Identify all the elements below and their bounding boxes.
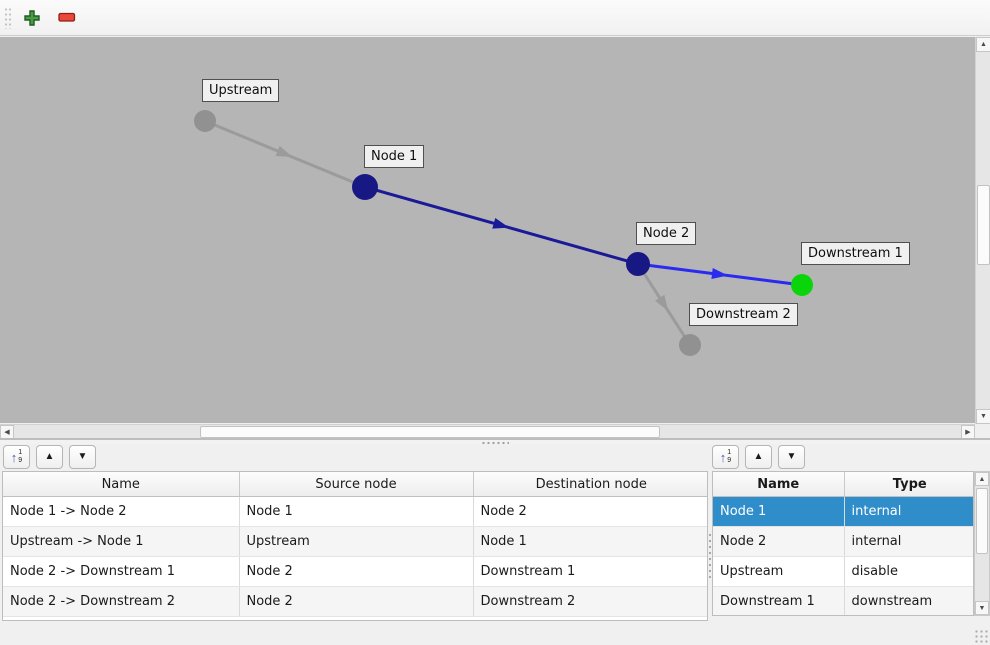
node-label-node2[interactable]: Node 2 <box>636 222 696 245</box>
node-downstream2[interactable] <box>679 334 701 356</box>
table-row[interactable]: Node 2internal <box>713 527 974 557</box>
table-row[interactable]: Node 2 -> Downstream 1Node 2Downstream 1 <box>3 557 708 587</box>
edges-table: Name Source node Destination node Node 1… <box>2 471 708 621</box>
move-down-button[interactable]: ▼ <box>778 445 805 469</box>
nodes-table-scrollbar[interactable]: ▲ ▼ <box>974 471 990 616</box>
table-cell[interactable]: Upstream -> Node 1 <box>3 527 239 557</box>
down-arrow-icon: ▼ <box>78 452 88 462</box>
graph-canvas[interactable]: Upstream Node 1 Node 2 Downstream 1 Downstre… <box>0 37 975 423</box>
table-cell[interactable]: disable <box>844 557 974 587</box>
add-button[interactable] <box>21 7 43 29</box>
table-cell[interactable]: internal <box>844 527 974 557</box>
edge-arrow-icon <box>276 146 295 162</box>
scroll-left-button[interactable]: ◀ <box>0 425 14 439</box>
vertical-scrollbar-thumb[interactable] <box>976 488 988 554</box>
table-cell[interactable]: Upstream <box>713 557 844 587</box>
sort-ascending-icon: ↑ 19 <box>11 449 22 464</box>
canvas-region: Upstream Node 1 Node 2 Downstream 1 Downstre… <box>0 37 990 438</box>
scroll-right-arrow-icon: ▶ <box>965 429 970 436</box>
down-arrow-icon: ▼ <box>787 452 797 462</box>
table-cell[interactable]: downstream <box>844 587 974 617</box>
edges-table-toolbar: ↑ 19 ▲ ▼ <box>3 445 96 469</box>
main-toolbar <box>0 0 990 36</box>
node-upstream[interactable] <box>194 110 216 132</box>
table-cell[interactable]: Downstream 2 <box>473 587 708 617</box>
up-arrow-icon: ▲ <box>45 452 55 462</box>
table-cell[interactable]: Node 1 <box>713 497 844 527</box>
scroll-down-button[interactable]: ▼ <box>975 601 989 615</box>
column-header-name[interactable]: Name <box>713 472 844 497</box>
move-up-button[interactable]: ▲ <box>745 445 772 469</box>
scroll-down-button[interactable]: ▼ <box>976 409 990 424</box>
scroll-up-button[interactable]: ▲ <box>975 472 989 486</box>
node-label-downstream2[interactable]: Downstream 2 <box>689 303 798 326</box>
table-cell[interactable]: Node 2 <box>713 527 844 557</box>
column-header-source-node[interactable]: Source node <box>239 472 473 497</box>
column-header-name[interactable]: Name <box>3 472 239 497</box>
toolbar-drag-handle[interactable] <box>4 7 12 29</box>
minus-icon <box>58 11 76 24</box>
scrollbar-corner <box>975 424 990 438</box>
move-up-button[interactable]: ▲ <box>36 445 63 469</box>
nodes-table: Name Type Node 1internalNode 2internalUp… <box>712 471 974 616</box>
table-cell[interactable]: Node 1 -> Node 2 <box>3 497 239 527</box>
table-cell[interactable]: Downstream 1 <box>473 557 708 587</box>
table-cell[interactable]: Node 2 <box>239 557 473 587</box>
bottom-panel: ↑ 19 ▲ ▼ ↑ 19 ▲ ▼ Name <box>0 444 990 645</box>
scroll-right-button[interactable]: ▶ <box>961 425 975 439</box>
column-header-destination-node[interactable]: Destination node <box>473 472 708 497</box>
scroll-down-arrow-icon: ▼ <box>979 605 986 612</box>
up-arrow-icon: ▲ <box>754 452 764 462</box>
table-cell[interactable]: Node 1 <box>239 497 473 527</box>
edge-arrow-icon <box>492 218 510 233</box>
table-row[interactable]: Node 1 -> Node 2Node 1Node 2 <box>3 497 708 527</box>
canvas-vertical-scrollbar[interactable]: ▲ ▼ <box>975 37 990 424</box>
move-down-button[interactable]: ▼ <box>69 445 96 469</box>
scroll-down-arrow-icon: ▼ <box>980 413 987 420</box>
table-row[interactable]: Upstreamdisable <box>713 557 974 587</box>
node-label-node1[interactable]: Node 1 <box>364 145 424 168</box>
application-window: UpstreamNode 1Node 2Downstream 1Downstre… <box>0 0 990 645</box>
node-node1[interactable] <box>352 174 378 200</box>
plus-icon <box>23 9 41 27</box>
sort-button[interactable]: ↑ 19 <box>3 445 30 469</box>
scroll-up-arrow-icon: ▲ <box>979 476 986 483</box>
table-cell[interactable]: Node 2 -> Downstream 1 <box>3 557 239 587</box>
node-downstream1[interactable] <box>791 274 813 296</box>
canvas-horizontal-scrollbar[interactable]: ◀ ▶ <box>0 424 975 438</box>
sort-button[interactable]: ↑ 19 <box>712 445 739 469</box>
graph-svg <box>0 37 975 423</box>
table-row[interactable]: Node 1internal <box>713 497 974 527</box>
node-label-upstream[interactable]: Upstream <box>202 79 279 102</box>
edge-arrow-icon <box>655 295 673 314</box>
window-resize-grip-icon[interactable] <box>974 629 988 643</box>
table-cell[interactable]: Node 2 <box>473 497 708 527</box>
nodes-table-toolbar: ↑ 19 ▲ ▼ <box>712 445 805 469</box>
sort-ascending-icon: ↑ 19 <box>720 449 731 464</box>
table-cell[interactable]: Downstream 1 <box>713 587 844 617</box>
scroll-up-button[interactable]: ▲ <box>976 37 990 52</box>
table-cell[interactable]: Upstream <box>239 527 473 557</box>
table-cell[interactable]: Node 1 <box>473 527 708 557</box>
node-node2[interactable] <box>626 252 650 276</box>
scroll-up-arrow-icon: ▲ <box>980 41 987 48</box>
table-row[interactable]: Downstream 1downstream <box>713 587 974 617</box>
table-cell[interactable]: internal <box>844 497 974 527</box>
table-cell[interactable]: Node 2 -> Downstream 2 <box>3 587 239 617</box>
horizontal-scrollbar-thumb[interactable] <box>200 426 660 438</box>
column-header-type[interactable]: Type <box>844 472 974 497</box>
remove-button[interactable] <box>56 9 78 26</box>
node-label-downstream1[interactable]: Downstream 1 <box>801 242 910 265</box>
table-row[interactable]: Upstream -> Node 1UpstreamNode 1 <box>3 527 708 557</box>
table-cell[interactable]: Node 2 <box>239 587 473 617</box>
scroll-left-arrow-icon: ◀ <box>4 429 9 436</box>
table-row[interactable]: Node 2 -> Downstream 2Node 2Downstream 2 <box>3 587 708 617</box>
vertical-scrollbar-thumb[interactable] <box>977 185 990 265</box>
